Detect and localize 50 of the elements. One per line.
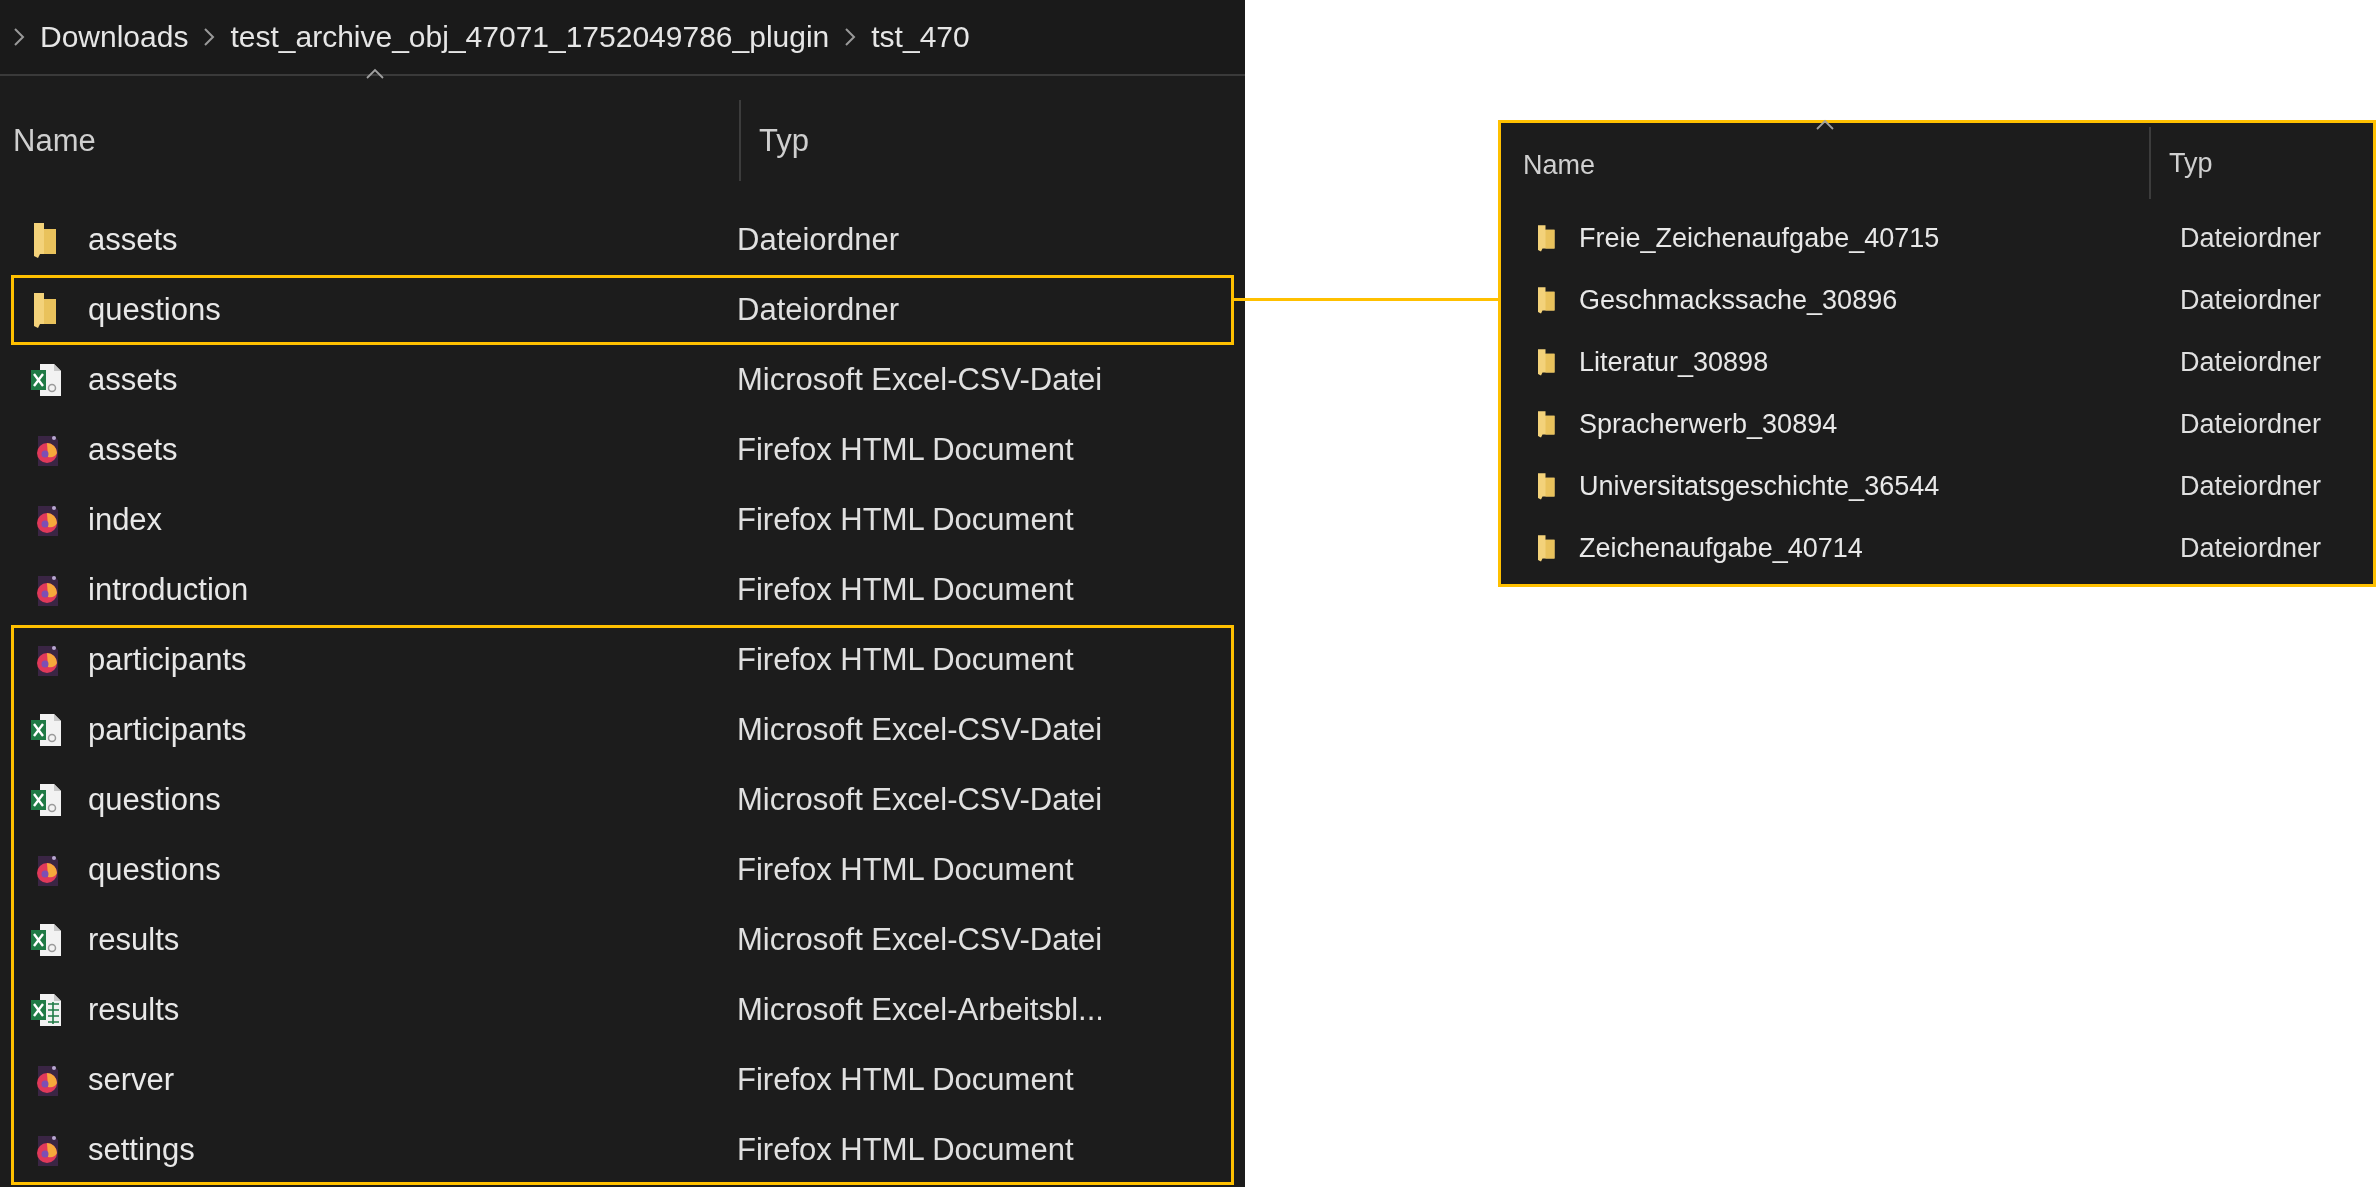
file-type: Dateiordner [2180, 346, 2322, 378]
column-header[interactable]: Name [1523, 149, 1596, 181]
file-type: Microsoft Excel-Arbeitsbl... [737, 992, 1104, 1028]
file-type: Firefox HTML Document [737, 852, 1074, 888]
column-header[interactable]: Typ [2169, 147, 2213, 179]
file-name[interactable]: introduction [88, 572, 728, 608]
file-type: Dateiordner [2180, 532, 2322, 564]
file-name[interactable]: Literatur_30898 [1579, 346, 2163, 378]
breadcrumb-item[interactable]: test_archive_obj_47071_1752049786_plugin [230, 20, 830, 54]
file-type: Firefox HTML Document [737, 1062, 1074, 1098]
breadcrumb-item[interactable]: tst_470 [871, 20, 970, 54]
column-header[interactable]: Typ [759, 122, 809, 159]
chevron-right-icon [12, 26, 26, 48]
file-type: Microsoft Excel-CSV-Datei [737, 712, 1103, 748]
file-type: Dateiordner [737, 292, 899, 328]
file-name[interactable]: settings [88, 1132, 728, 1168]
file-name[interactable]: results [88, 992, 728, 1028]
file-type: Microsoft Excel-CSV-Datei [737, 922, 1103, 958]
file-name[interactable]: questions [88, 782, 728, 818]
file-type: Firefox HTML Document [737, 1132, 1074, 1168]
file-name[interactable]: participants [88, 642, 728, 678]
chevron-right-icon [843, 26, 858, 48]
file-type: Microsoft Excel-CSV-Datei [737, 782, 1103, 818]
breadcrumb-item[interactable]: Downloads [40, 20, 189, 54]
file-type: Firefox HTML Document [737, 502, 1074, 538]
chevron-right-icon [202, 26, 217, 48]
file-name[interactable]: questions [88, 852, 728, 888]
file-name[interactable]: Universitatsgeschichte_36544 [1579, 470, 2163, 502]
file-type: Dateiordner [2180, 222, 2322, 254]
file-name[interactable]: assets [88, 362, 728, 398]
file-type: Dateiordner [2180, 470, 2322, 502]
file-name[interactable]: Freie_Zeichenaufgabe_40715 [1579, 222, 2163, 254]
file-name[interactable]: Geschmackssache_30896 [1579, 284, 2163, 316]
file-name[interactable]: assets [88, 432, 728, 468]
file-name[interactable]: results [88, 922, 728, 958]
file-type: Dateiordner [2180, 408, 2322, 440]
file-name[interactable]: Zeichenaufgabe_40714 [1579, 532, 2163, 564]
column-header[interactable]: Name [13, 122, 96, 159]
file-name[interactable]: assets [88, 222, 728, 258]
file-type: Dateiordner [737, 222, 899, 258]
file-name[interactable]: server [88, 1062, 728, 1098]
file-type: Firefox HTML Document [737, 572, 1074, 608]
file-type: Firefox HTML Document [737, 432, 1074, 468]
file-name[interactable]: participants [88, 712, 728, 748]
file-name[interactable]: index [88, 502, 728, 538]
file-type: Microsoft Excel-CSV-Datei [737, 362, 1103, 398]
file-name[interactable]: questions [88, 292, 728, 328]
file-type: Dateiordner [2180, 284, 2322, 316]
file-name[interactable]: Spracherwerb_30894 [1579, 408, 2163, 440]
file-type: Firefox HTML Document [737, 642, 1074, 678]
